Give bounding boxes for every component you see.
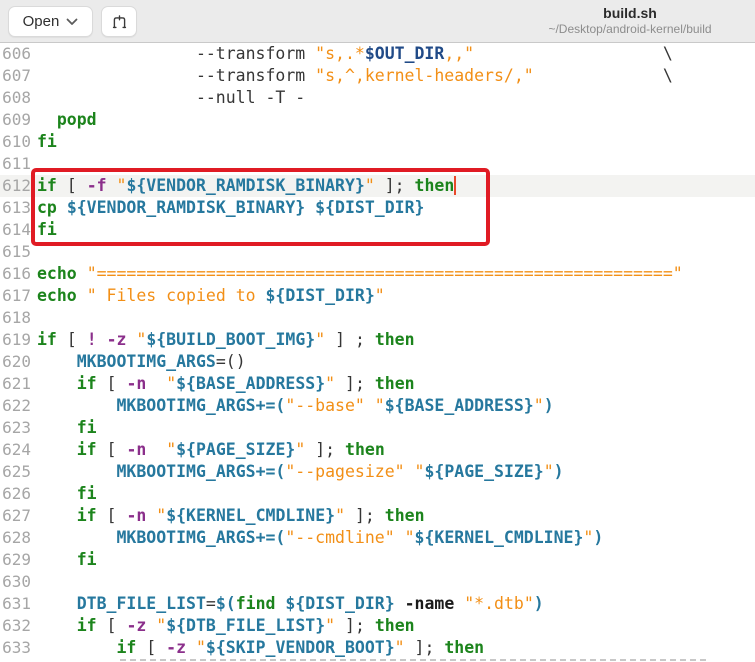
document-title: build.sh	[603, 5, 657, 21]
code-text[interactable]: --null -T -	[34, 87, 755, 109]
code-line[interactable]: 623 fi	[0, 417, 755, 439]
line-number: 631	[2, 594, 31, 613]
line-number: 619	[2, 330, 31, 349]
code-line[interactable]: 620 MKBOOTIMG_ARGS=()	[0, 351, 755, 373]
document-path: ~/Desktop/android-kernel/build	[548, 22, 712, 36]
code-text[interactable]: if [ ! -z "${BUILD_BOOT_IMG}" ] ; then	[34, 329, 755, 351]
code-line[interactable]: 624 if [ -n "${PAGE_SIZE}" ]; then	[0, 439, 755, 461]
code-line[interactable]: 608 --null -T -	[0, 87, 755, 109]
code-text[interactable]: fi	[34, 131, 755, 153]
line-number: 628	[2, 528, 31, 547]
code-line[interactable]: 614 fi	[0, 219, 755, 241]
code-text[interactable]: if [ -f "${VENDOR_RAMDISK_BINARY}" ]; th…	[34, 175, 755, 197]
code-text[interactable]: echo "==================================…	[34, 263, 755, 285]
code-line[interactable]: 627 if [ -n "${KERNEL_CMDLINE}" ]; then	[0, 505, 755, 527]
code-text[interactable]: MKBOOTIMG_ARGS+=("--cmdline" "${KERNEL_C…	[34, 527, 755, 549]
code-text[interactable]: fi	[34, 483, 755, 505]
line-number: 611	[2, 154, 31, 173]
line-number: 621	[2, 374, 31, 393]
line-number: 618	[2, 308, 31, 327]
line-number: 623	[2, 418, 31, 437]
line-number: 625	[2, 462, 31, 481]
code-text[interactable]: cp ${VENDOR_RAMDISK_BINARY} ${DIST_DIR}	[34, 197, 755, 219]
line-number: 612	[2, 176, 31, 195]
code-line[interactable]: 630	[0, 571, 755, 593]
line-number: 607	[2, 66, 31, 85]
code-line[interactable]: 631 DTB_FILE_LIST=$(find ${DIST_DIR} -na…	[0, 593, 755, 615]
line-number: 626	[2, 484, 31, 503]
code-text[interactable]: --transform "s,.*$OUT_DIR,," \	[34, 43, 755, 65]
code-line[interactable]: 625 MKBOOTIMG_ARGS+=("--pagesize" "${PAG…	[0, 461, 755, 483]
code-line[interactable]: 632 if [ -z "${DTB_FILE_LIST}" ]; then	[0, 615, 755, 637]
tab-new-icon	[111, 13, 128, 30]
code-text[interactable]: fi	[34, 549, 755, 571]
line-number: 633	[2, 638, 31, 657]
code-text[interactable]	[34, 153, 755, 175]
line-number: 614	[2, 220, 31, 239]
chevron-down-icon	[66, 18, 78, 26]
code-line[interactable]: 618	[0, 307, 755, 329]
code-text[interactable]: --transform "s,^,kernel-headers/," \	[34, 65, 755, 87]
code-text[interactable]: echo " Files copied to ${DIST_DIR}"	[34, 285, 755, 307]
line-number: 610	[2, 132, 31, 151]
code-text[interactable]: if [ -n "${PAGE_SIZE}" ]; then	[34, 439, 755, 461]
line-number: 608	[2, 88, 31, 107]
code-text[interactable]: popd	[34, 109, 755, 131]
code-line[interactable]: 629 fi	[0, 549, 755, 571]
code-text[interactable]: fi	[34, 417, 755, 439]
open-button[interactable]: Open	[8, 6, 93, 37]
headerbar: Open build.sh ~/Desktop/android-kernel/b…	[0, 0, 755, 43]
new-tab-button[interactable]	[101, 6, 137, 37]
code-line[interactable]: 611	[0, 153, 755, 175]
code-editor[interactable]: 606 --transform "s,.*$OUT_DIR,," \ 607 --…	[0, 43, 755, 661]
line-number: 620	[2, 352, 31, 371]
line-number: 630	[2, 572, 31, 591]
code-line[interactable]: 610 fi	[0, 131, 755, 153]
line-number: 632	[2, 616, 31, 635]
line-number: 617	[2, 286, 31, 305]
code-text[interactable]	[34, 571, 755, 593]
code-text[interactable]: DTB_FILE_LIST=$(find ${DIST_DIR} -name "…	[34, 593, 755, 615]
code-line[interactable]: 621 if [ -n "${BASE_ADDRESS}" ]; then	[0, 373, 755, 395]
code-line[interactable]: 619 if [ ! -z "${BUILD_BOOT_IMG}" ] ; the…	[0, 329, 755, 351]
line-number: 609	[2, 110, 31, 129]
code-text[interactable]: if [ -n "${KERNEL_CMDLINE}" ]; then	[34, 505, 755, 527]
line-number: 615	[2, 242, 31, 261]
code-line[interactable]: 607 --transform "s,^,kernel-headers/," \	[0, 65, 755, 87]
line-number: 606	[2, 44, 31, 63]
window-title-block: build.sh ~/Desktop/android-kernel/build	[548, 5, 711, 37]
code-text[interactable]	[34, 241, 755, 263]
code-text[interactable]: MKBOOTIMG_ARGS+=("--pagesize" "${PAGE_SI…	[34, 461, 755, 483]
code-text[interactable]: if [ -z "${DTB_FILE_LIST}" ]; then	[34, 615, 755, 637]
text-caret	[454, 176, 457, 195]
line-number: 627	[2, 506, 31, 525]
code-line[interactable]: 612 if [ -f "${VENDOR_RAMDISK_BINARY}" ];…	[0, 175, 755, 197]
code-line[interactable]: 609 popd	[0, 109, 755, 131]
code-line[interactable]: 622 MKBOOTIMG_ARGS+=("--base" "${BASE_AD…	[0, 395, 755, 417]
code-line[interactable]: 628 MKBOOTIMG_ARGS+=("--cmdline" "${KERN…	[0, 527, 755, 549]
clipped-next-line	[120, 659, 710, 661]
line-number: 616	[2, 264, 31, 283]
line-number: 624	[2, 440, 31, 459]
open-button-label: Open	[22, 13, 60, 30]
line-number: 629	[2, 550, 31, 569]
code-line[interactable]: 617 echo " Files copied to ${DIST_DIR}"	[0, 285, 755, 307]
code-line[interactable]: 633 if [ -z "${SKIP_VENDOR_BOOT}" ]; the…	[0, 637, 755, 659]
code-line[interactable]: 613 cp ${VENDOR_RAMDISK_BINARY} ${DIST_DI…	[0, 197, 755, 219]
line-number: 613	[2, 198, 31, 217]
code-text[interactable]: if [ -n "${BASE_ADDRESS}" ]; then	[34, 373, 755, 395]
code-text[interactable]: if [ -z "${SKIP_VENDOR_BOOT}" ]; then	[34, 637, 755, 659]
code-line[interactable]: 606 --transform "s,.*$OUT_DIR,," \	[0, 43, 755, 65]
code-text[interactable]: MKBOOTIMG_ARGS=()	[34, 351, 755, 373]
code-text[interactable]	[34, 307, 755, 329]
code-line[interactable]: 616 echo "===============================…	[0, 263, 755, 285]
code-text[interactable]: MKBOOTIMG_ARGS+=("--base" "${BASE_ADDRES…	[34, 395, 755, 417]
code-line[interactable]: 615	[0, 241, 755, 263]
code-text[interactable]: fi	[34, 219, 755, 241]
code-line[interactable]: 626 fi	[0, 483, 755, 505]
line-number: 622	[2, 396, 31, 415]
